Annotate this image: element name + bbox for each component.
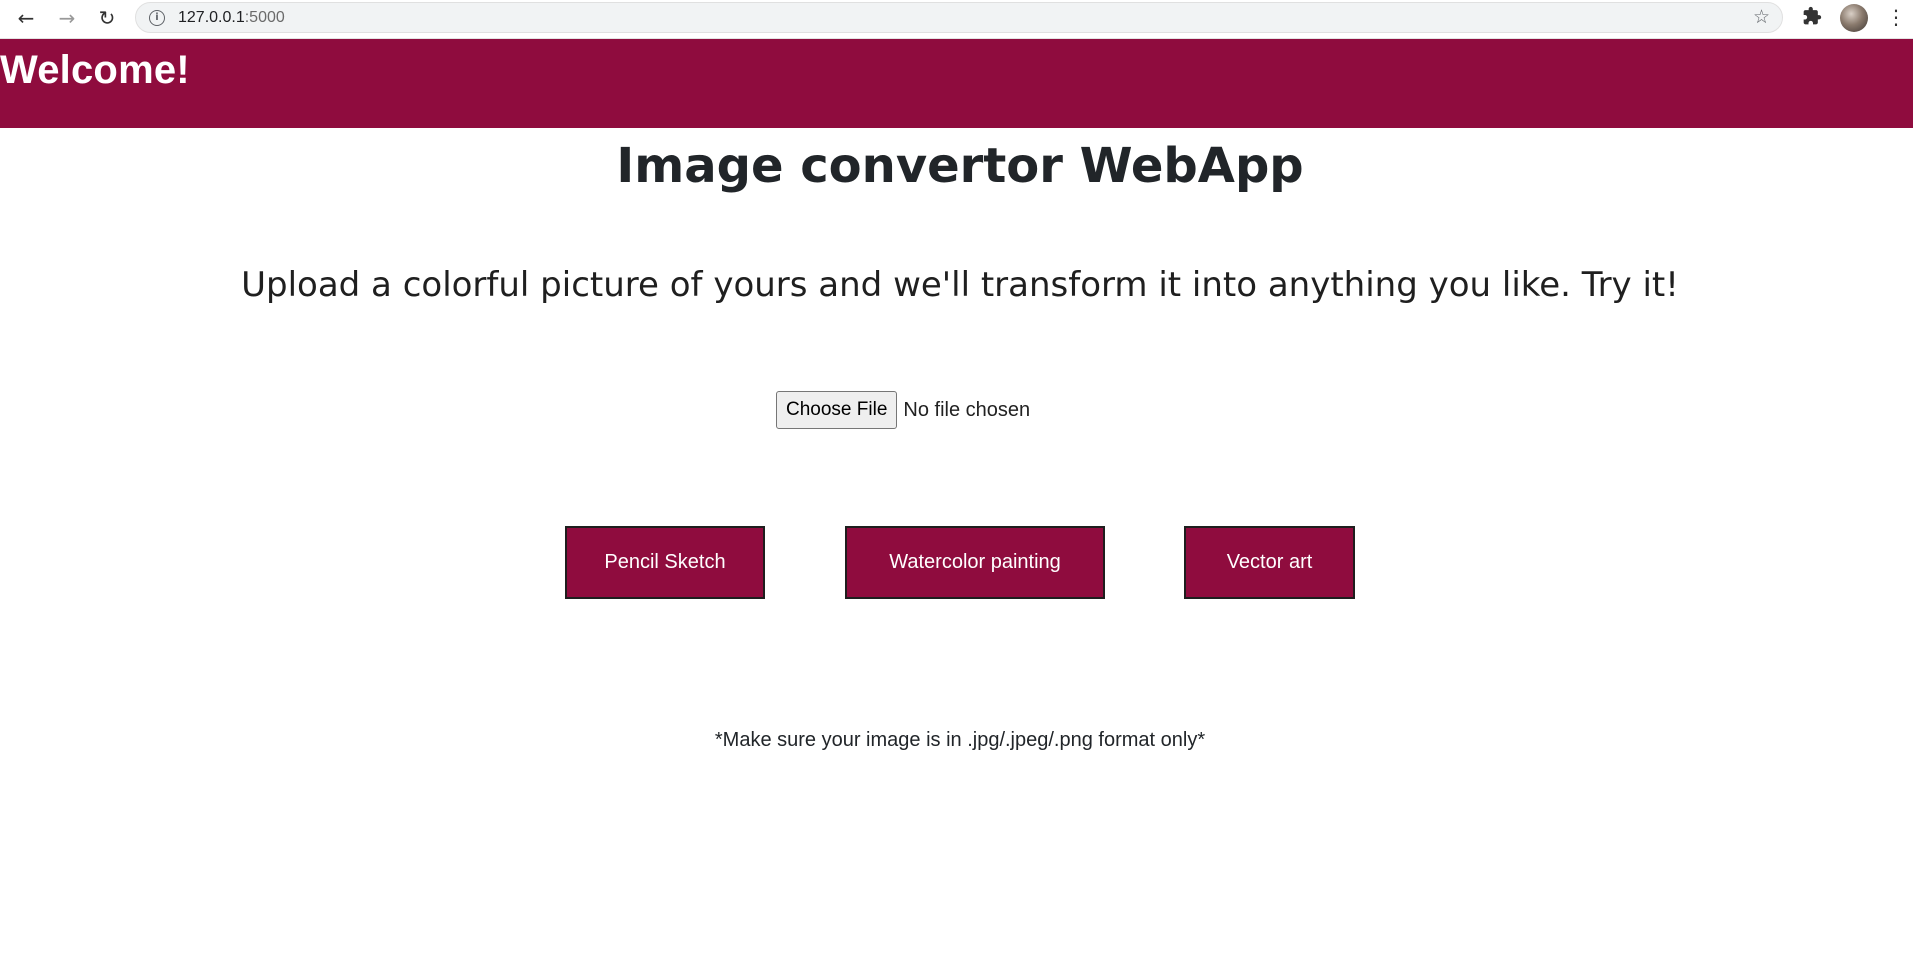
header-title: Welcome! bbox=[0, 48, 190, 92]
choose-file-button[interactable]: Choose File bbox=[776, 391, 898, 429]
page-subtitle: Upload a colorful picture of yours and w… bbox=[241, 265, 1679, 305]
address-bar[interactable]: i 127.0.0.1:5000 ☆ bbox=[135, 2, 1783, 33]
url-host: 127.0.0.1 bbox=[178, 9, 245, 26]
browser-toolbar: ← → ↻ i 127.0.0.1:5000 ☆ ⋮ bbox=[0, 0, 1913, 39]
file-upload: Choose File No file chosen bbox=[776, 391, 1030, 429]
format-note: *Make sure your image is in .jpg/.jpeg/.… bbox=[714, 729, 1206, 751]
puzzle-icon[interactable] bbox=[1802, 6, 1822, 26]
profile-avatar[interactable] bbox=[1840, 4, 1868, 32]
star-icon[interactable]: ☆ bbox=[1753, 6, 1770, 28]
file-status-text: No file chosen bbox=[903, 398, 1031, 421]
page-title: Image convertor WebApp bbox=[616, 138, 1304, 194]
watercolor-painting-button[interactable]: Watercolor painting bbox=[845, 526, 1105, 599]
header-bar: Welcome! bbox=[0, 39, 1913, 128]
forward-arrow-icon[interactable]: → bbox=[53, 4, 81, 32]
url-text[interactable]: 127.0.0.1:5000 bbox=[178, 9, 285, 27]
reload-icon[interactable]: ↻ bbox=[93, 4, 121, 32]
pencil-sketch-button[interactable]: Pencil Sketch bbox=[565, 526, 765, 599]
back-arrow-icon[interactable]: ← bbox=[12, 4, 40, 32]
url-port: :5000 bbox=[244, 9, 285, 26]
vector-art-button[interactable]: Vector art bbox=[1184, 526, 1355, 599]
kebab-menu-icon[interactable]: ⋮ bbox=[1886, 4, 1906, 30]
info-icon[interactable]: i bbox=[149, 10, 165, 26]
